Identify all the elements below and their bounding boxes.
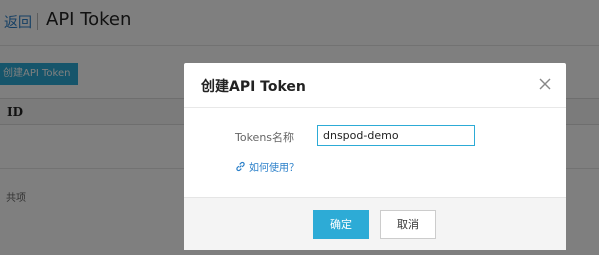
link-icon bbox=[235, 161, 246, 172]
cancel-button[interactable]: 取消 bbox=[380, 210, 436, 239]
dialog-divider bbox=[184, 107, 566, 108]
dialog-title: 创建API Token bbox=[201, 79, 306, 95]
how-to-use-link[interactable]: 如何使用？ bbox=[235, 159, 299, 174]
dialog-footer: 确定 取消 bbox=[184, 197, 566, 250]
token-name-input[interactable] bbox=[317, 125, 475, 146]
confirm-button[interactable]: 确定 bbox=[313, 210, 369, 239]
how-to-use-label: 如何使用？ bbox=[249, 163, 299, 174]
create-token-dialog: 创建API Token Tokens名称 如何使用？ 确定 取消 bbox=[184, 63, 566, 250]
close-icon[interactable] bbox=[538, 77, 552, 91]
token-name-label: Tokens名称 bbox=[235, 131, 295, 144]
